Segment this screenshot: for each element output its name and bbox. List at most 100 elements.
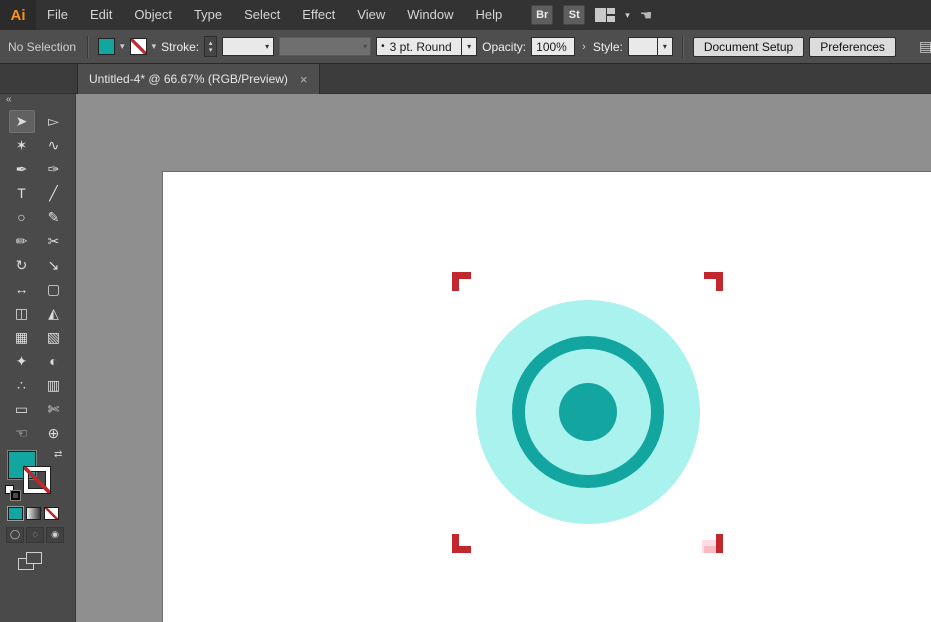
perspective-grid-tool[interactable]: ◭: [41, 302, 67, 325]
brush-caret-icon[interactable]: ▾: [462, 37, 477, 56]
menu-select[interactable]: Select: [233, 7, 291, 22]
ellipse-tool[interactable]: ○: [9, 206, 35, 229]
fill-stroke-indicator: ⇄: [0, 449, 75, 505]
menu-help[interactable]: Help: [464, 7, 513, 22]
collapse-panel-icon[interactable]: «: [0, 94, 75, 107]
shape-builder-tool[interactable]: ◫: [9, 302, 35, 325]
brush-dot-icon: •: [381, 41, 385, 52]
stroke-color-swatch[interactable]: [130, 38, 147, 55]
stroke-caret-icon[interactable]: ▾: [152, 42, 157, 51]
none-mode-button[interactable]: [44, 507, 59, 520]
paintbrush-tool[interactable]: ✎: [41, 206, 67, 229]
opacity-value: 100%: [536, 40, 567, 54]
stroke-width-field[interactable]: ▾: [222, 37, 274, 56]
menu-view[interactable]: View: [346, 7, 396, 22]
free-transform-tool[interactable]: ▢: [41, 278, 67, 301]
stroke-swatch[interactable]: [24, 467, 50, 493]
type-tool[interactable]: T: [9, 182, 35, 205]
variable-width-profile-dropdown: ▾: [279, 37, 371, 56]
style-label[interactable]: Style:: [593, 40, 623, 54]
document-setup-button[interactable]: Document Setup: [693, 37, 804, 57]
menu-window[interactable]: Window: [396, 7, 464, 22]
stock-button[interactable]: St: [563, 5, 585, 25]
menu-bar: Ai FileEditObjectTypeSelectEffectViewWin…: [0, 0, 931, 30]
preferences-button[interactable]: Preferences: [809, 37, 896, 57]
tools-panel: « ➤ ▻ ✶ ∿ ✒ ✑ T ╱ ○ ✎ ✏ ✂ ↻ ↘ ↔ ▢ ◫ ◭ ▦ …: [0, 94, 76, 622]
slice-tool[interactable]: ✄: [41, 398, 67, 421]
crop-mark-top-left[interactable]: [452, 272, 471, 291]
width-tool[interactable]: ↔: [9, 278, 35, 301]
bridge-button[interactable]: Br: [531, 5, 553, 25]
symbol-sprayer-tool[interactable]: ∴: [9, 374, 35, 397]
artwork-center-dot[interactable]: [559, 383, 617, 441]
blend-tool[interactable]: ◐: [41, 350, 67, 373]
separator: [87, 36, 89, 58]
docked-panel-icon[interactable]: ▤: [919, 38, 931, 56]
pen-tool[interactable]: ✒: [9, 158, 35, 181]
fill-color-swatch[interactable]: [98, 38, 115, 55]
tab-close-icon[interactable]: ×: [300, 72, 308, 87]
default-swatches-icon[interactable]: [5, 485, 21, 501]
selection-tool[interactable]: ➤: [9, 110, 35, 133]
stepper-down-icon[interactable]: ▾: [209, 47, 213, 54]
swap-fill-stroke-icon[interactable]: ⇄: [54, 449, 62, 460]
style-caret-icon[interactable]: ▾: [658, 37, 673, 56]
touch-workspace-icon[interactable]: ☚: [640, 7, 653, 24]
draw-normal-button[interactable]: ◯: [6, 527, 24, 543]
artboard[interactable]: [163, 172, 931, 622]
style-control: ▾: [628, 37, 673, 56]
style-dropdown[interactable]: [628, 37, 658, 56]
draw-mode-row: ◯ ◌ ◉: [0, 527, 75, 543]
direct-selection-tool[interactable]: ▻: [41, 110, 67, 133]
curvature-tool[interactable]: ✑: [41, 158, 67, 181]
screen-mode-icon[interactable]: [18, 552, 42, 570]
render-artifact: [702, 540, 716, 553]
opacity-caret-icon[interactable]: ›: [580, 41, 588, 53]
rotate-tool[interactable]: ↻: [9, 254, 35, 277]
main-menu: FileEditObjectTypeSelectEffectViewWindow…: [36, 0, 513, 30]
line-segment-tool[interactable]: ╱: [41, 182, 67, 205]
scissors-tool[interactable]: ✂: [41, 230, 67, 253]
magic-wand-tool[interactable]: ✶: [9, 134, 35, 157]
document-tab[interactable]: Untitled-4* @ 66.67% (RGB/Preview) ×: [77, 64, 320, 94]
gradient-mode-button[interactable]: [26, 507, 41, 520]
zoom-tool[interactable]: ⊕: [41, 422, 67, 445]
hand-tool[interactable]: ☜: [9, 422, 35, 445]
dropdown-caret-icon[interactable]: ▾: [261, 42, 269, 51]
opacity-label[interactable]: Opacity:: [482, 40, 526, 54]
paint-mode-row: [0, 507, 75, 520]
selection-status: No Selection: [8, 40, 76, 54]
document-tab-title: Untitled-4* @ 66.67% (RGB/Preview): [89, 72, 288, 86]
control-bar: No Selection ▾ ▾ Stroke: ▴ ▾ ▾ ▾ • 3 pt.…: [0, 30, 931, 64]
gradient-tool[interactable]: ▧: [41, 326, 67, 349]
workspace-switcher-icon[interactable]: [595, 8, 615, 22]
separator: [682, 36, 684, 58]
menu-effect[interactable]: Effect: [291, 7, 346, 22]
stepper-up-icon[interactable]: ▴: [209, 40, 213, 47]
fill-caret-icon[interactable]: ▾: [120, 42, 125, 51]
opacity-field[interactable]: 100%: [531, 37, 575, 56]
workspace-caret-icon[interactable]: ▾: [625, 11, 630, 20]
brush-definition-dropdown[interactable]: • 3 pt. Round: [376, 37, 462, 56]
color-mode-button[interactable]: [8, 507, 23, 520]
pencil-tool[interactable]: ✏: [9, 230, 35, 253]
crop-mark-bottom-left[interactable]: [452, 534, 471, 553]
stroke-label[interactable]: Stroke:: [161, 40, 199, 54]
scale-tool[interactable]: ↘: [41, 254, 67, 277]
lasso-tool[interactable]: ∿: [41, 134, 67, 157]
menu-edit[interactable]: Edit: [79, 7, 123, 22]
eyedropper-tool[interactable]: ✦: [9, 350, 35, 373]
artboard-tool[interactable]: ▭: [9, 398, 35, 421]
stroke-width-stepper[interactable]: ▴ ▾: [204, 36, 217, 57]
menu-type[interactable]: Type: [183, 7, 233, 22]
canvas-area[interactable]: [76, 94, 931, 622]
menu-file[interactable]: File: [36, 7, 79, 22]
draw-behind-button[interactable]: ◌: [26, 527, 44, 543]
draw-inside-button[interactable]: ◉: [46, 527, 64, 543]
document-tab-bar: Untitled-4* @ 66.67% (RGB/Preview) ×: [0, 64, 931, 94]
app-logo: Ai: [0, 0, 36, 30]
column-graph-tool[interactable]: ▥: [41, 374, 67, 397]
menu-object[interactable]: Object: [123, 7, 183, 22]
crop-mark-top-right[interactable]: [704, 272, 723, 291]
mesh-tool[interactable]: ▦: [9, 326, 35, 349]
